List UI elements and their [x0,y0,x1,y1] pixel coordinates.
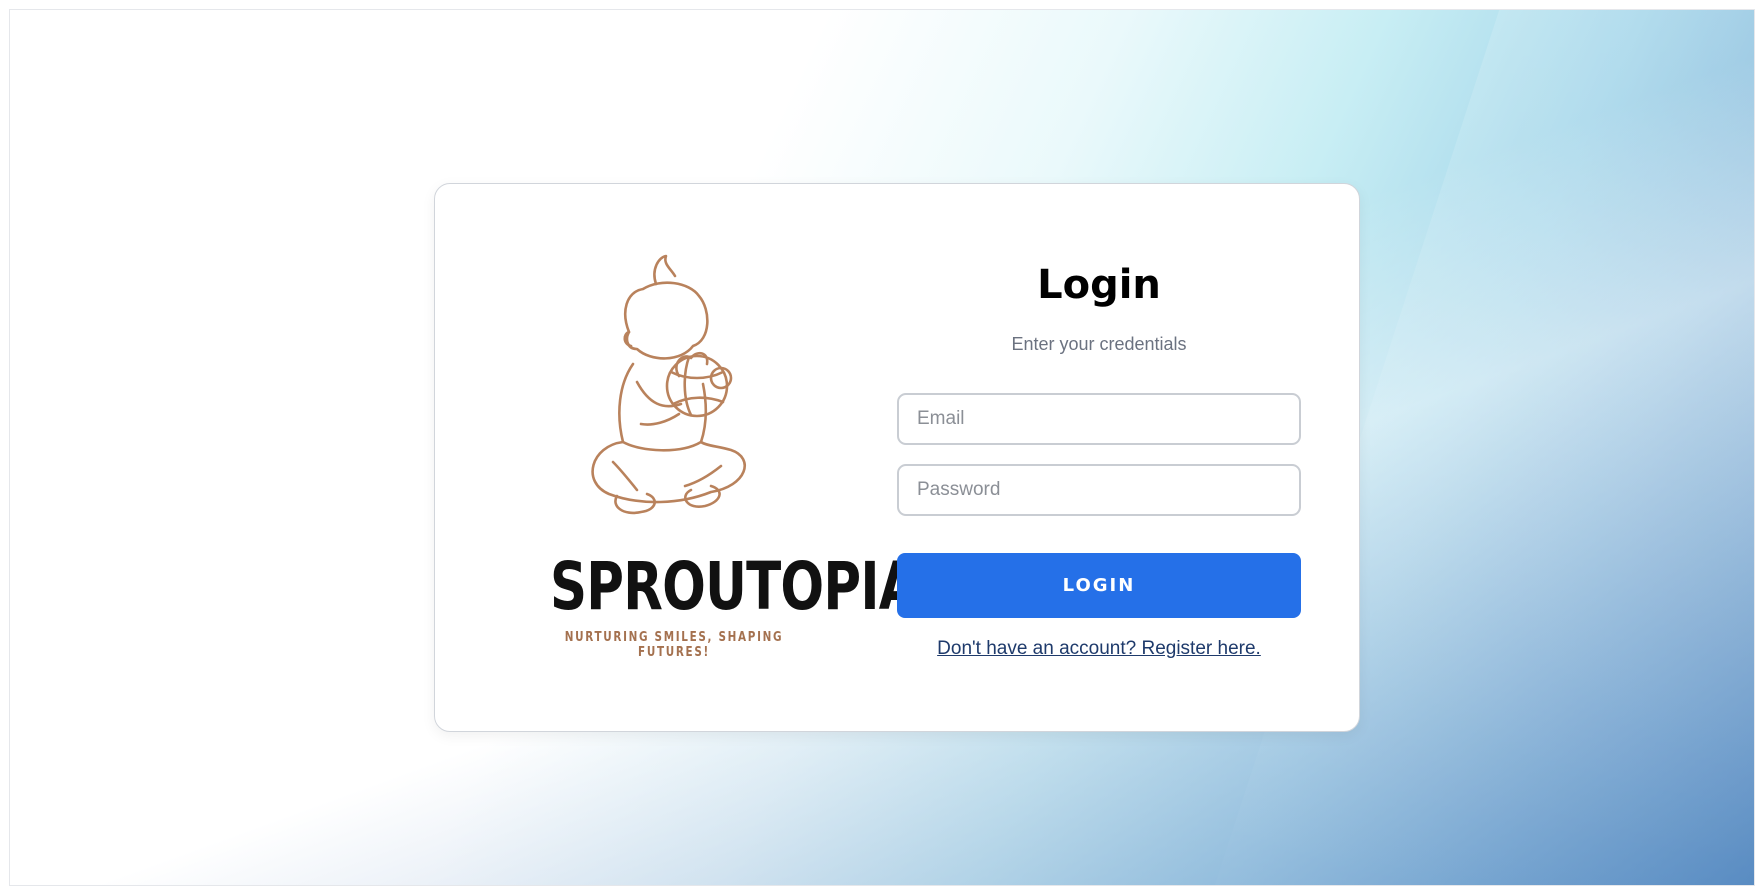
register-link[interactable]: Don't have an account? Register here. [897,638,1301,660]
page-background: SPROUTOPIA NURTURING SMILES, SHAPING FUT… [9,9,1755,886]
brand-logo: SPROUTOPIA NURTURING SMILES, SHAPING FUT… [515,254,919,660]
password-field[interactable] [897,464,1301,516]
brand-tagline: NURTURING SMILES, SHAPING FUTURES! [564,630,784,660]
baby-with-ball-icon [591,254,746,515]
page-title: Login [1037,262,1161,308]
login-card: SPROUTOPIA NURTURING SMILES, SHAPING FUT… [434,183,1360,732]
email-field[interactable] [897,393,1301,445]
brand-name: SPROUTOPIA [549,548,919,625]
login-form: Login Enter your credentials LOGIN Don't… [897,184,1301,733]
page-subtitle: Enter your credentials [1011,334,1187,354]
login-button[interactable]: LOGIN [897,553,1301,618]
